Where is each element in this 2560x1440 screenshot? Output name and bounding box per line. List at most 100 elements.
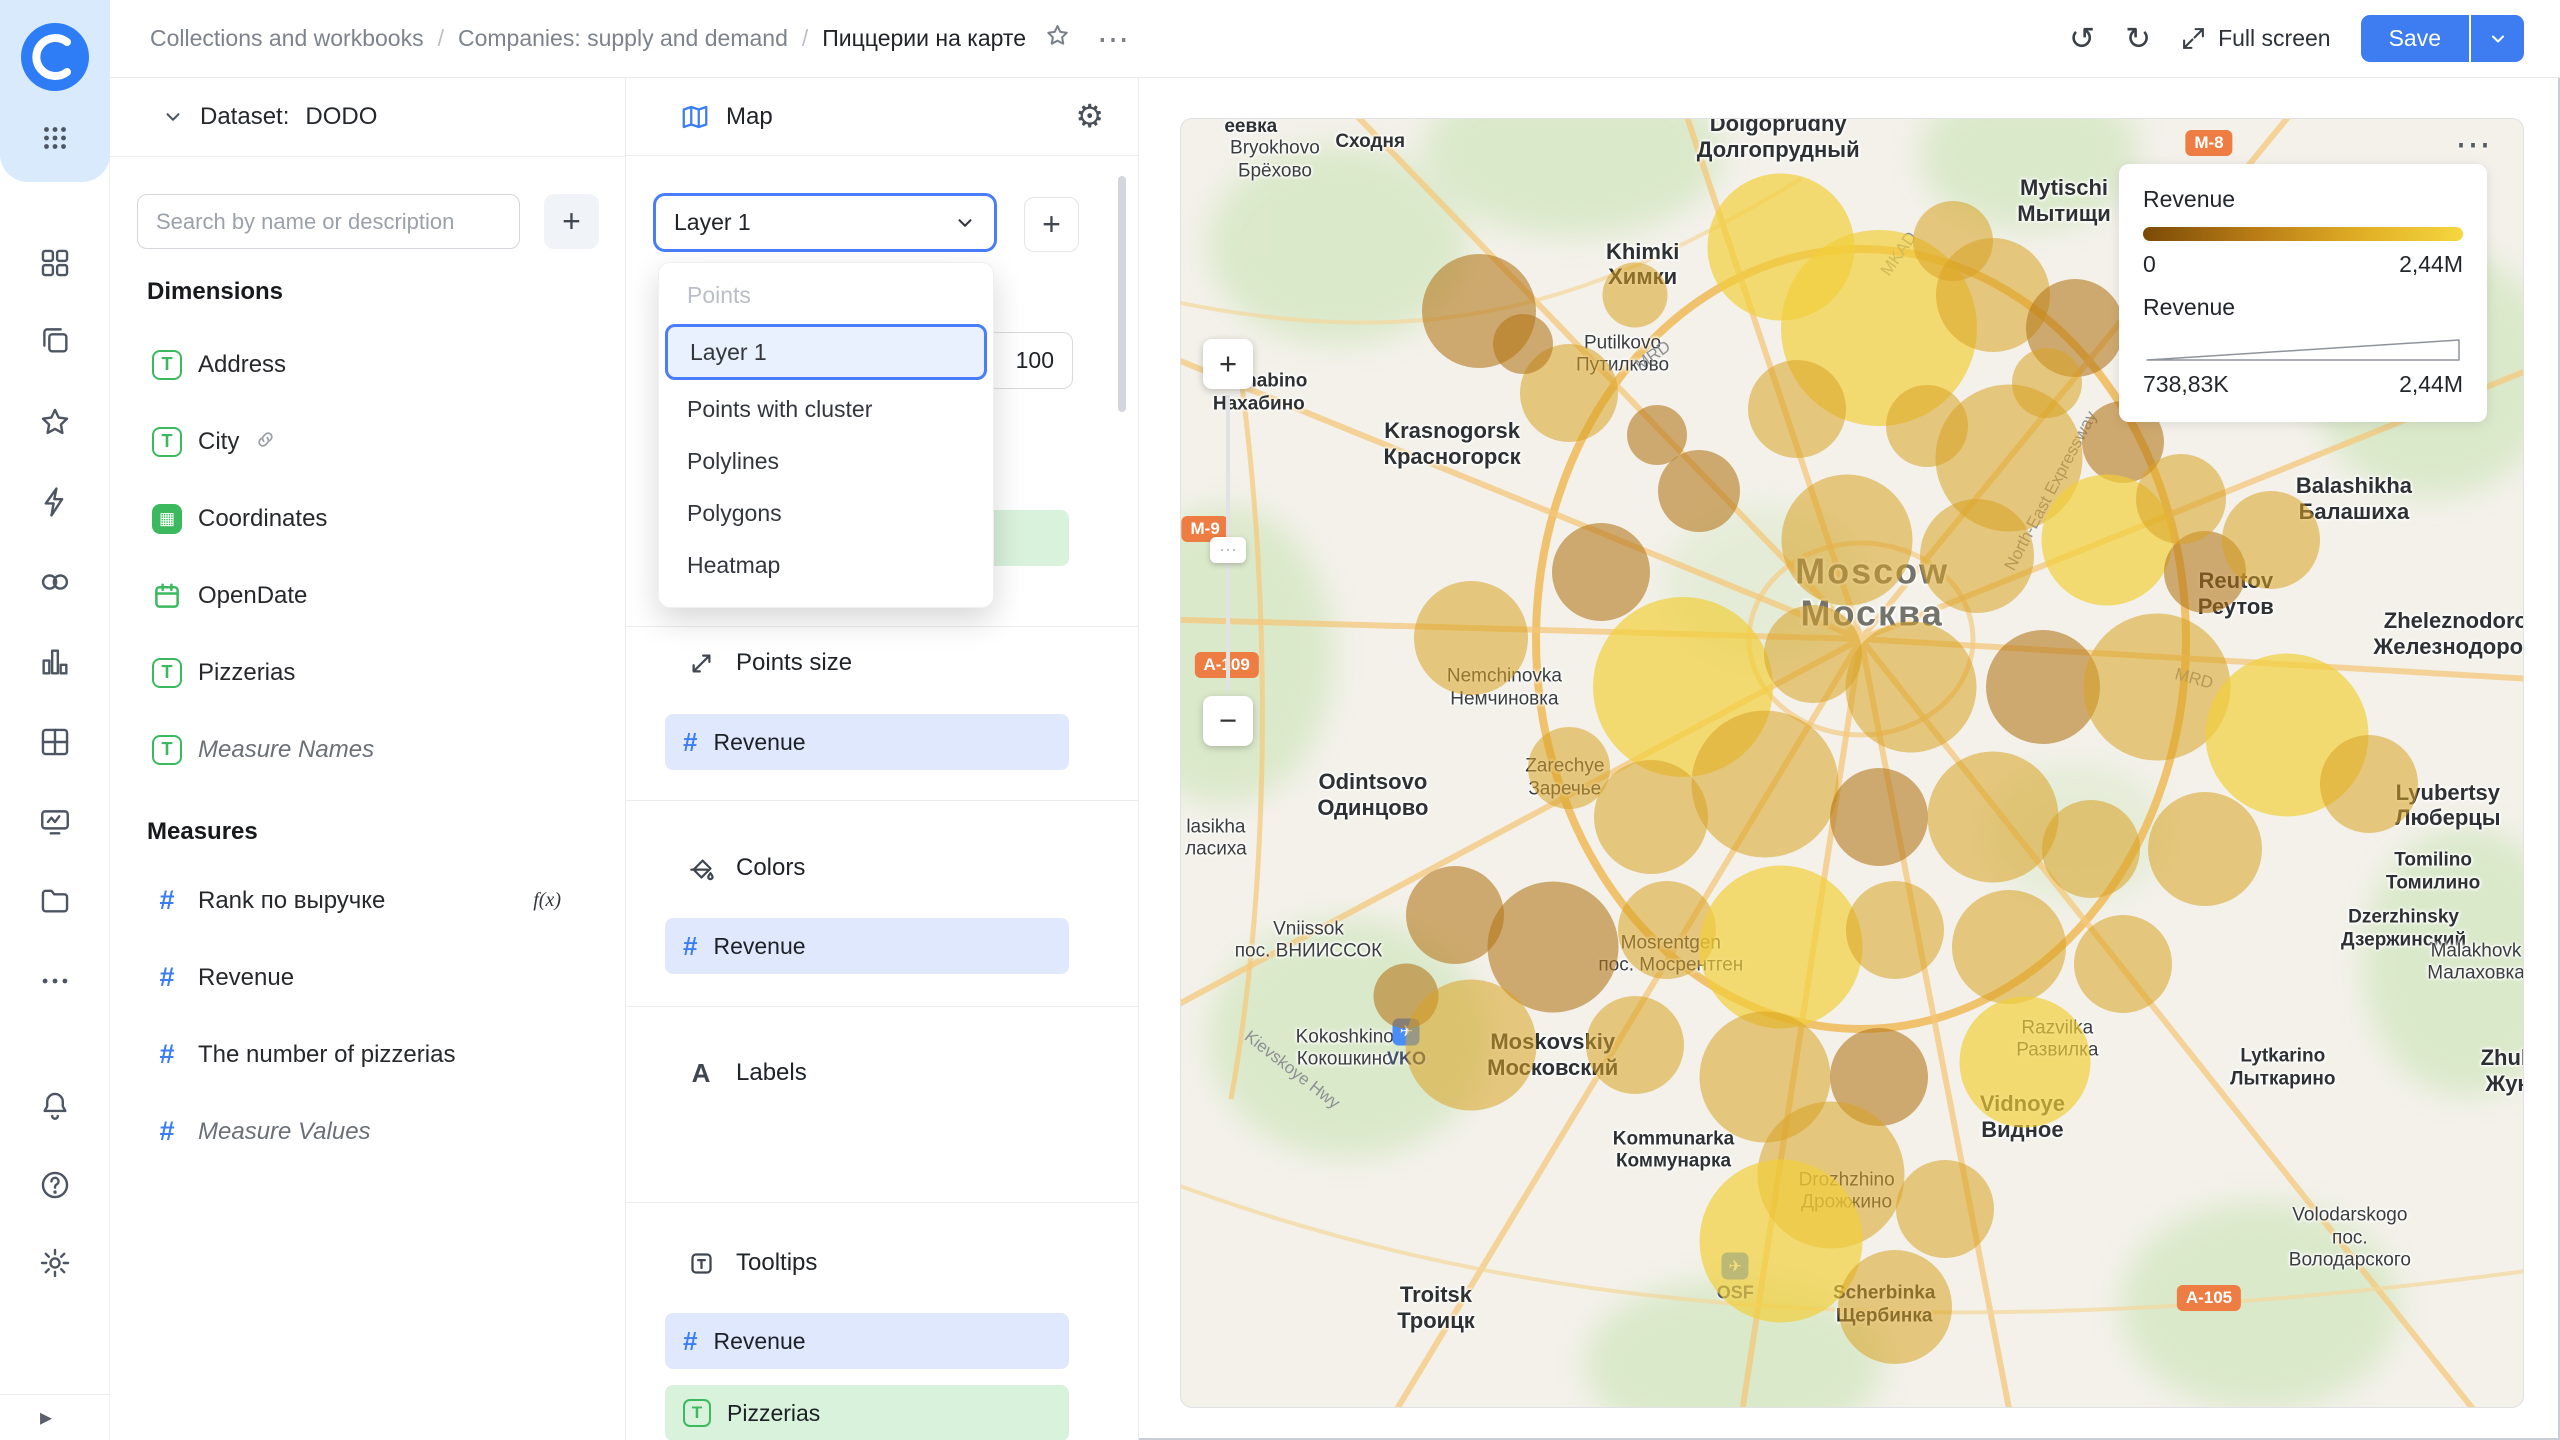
field-item[interactable]: OpenDate — [110, 557, 625, 634]
measures-list: #Rank по выручкеf(x)#Revenue#The number … — [110, 862, 625, 1170]
field-item[interactable]: TAddress — [110, 326, 625, 403]
nav-more-icon[interactable] — [36, 962, 74, 1000]
nav-monitoring-icon[interactable] — [36, 803, 74, 841]
map-icon — [680, 102, 710, 132]
map-point[interactable] — [1838, 1250, 1952, 1364]
favorite-star-icon[interactable] — [1044, 22, 1071, 55]
chart-settings-gear-icon[interactable]: ⚙ — [1075, 100, 1104, 132]
divider — [626, 626, 1138, 627]
map-point[interactable] — [1952, 890, 2066, 1004]
nav-charts-icon[interactable] — [36, 643, 74, 681]
dataset-header[interactable]: Dataset: DODO — [110, 78, 625, 157]
map-point[interactable] — [1658, 450, 1740, 532]
map-point[interactable] — [2012, 348, 2082, 418]
field-item[interactable]: #Rank по выручкеf(x) — [110, 862, 625, 939]
map-point[interactable] — [1846, 622, 1977, 753]
breadcrumb-item[interactable]: Collections and workbooks — [150, 25, 424, 52]
map-point[interactable] — [1586, 996, 1684, 1094]
field-label: The number of pizzerias — [198, 1041, 455, 1069]
nav-workbooks-icon[interactable] — [36, 321, 74, 359]
layer-menu-item[interactable]: Points — [659, 269, 993, 321]
map-point[interactable] — [1748, 360, 1846, 458]
field-item[interactable]: TCity — [110, 403, 625, 480]
field-item[interactable]: #Revenue — [110, 939, 625, 1016]
layer-select[interactable]: Layer 1 — [653, 193, 997, 252]
measure-field-icon: # — [683, 931, 697, 962]
nav-favorites-icon[interactable] — [36, 403, 74, 441]
nav-storage-icon[interactable] — [36, 881, 74, 919]
topbar: Collections and workbooks/Companies: sup… — [110, 0, 2560, 78]
map-point[interactable] — [1846, 881, 1944, 979]
save-button[interactable]: Save — [2361, 15, 2469, 62]
layer-menu-item[interactable]: Polylines — [659, 435, 993, 487]
map-point[interactable] — [1627, 405, 1687, 465]
nav-datasets-icon[interactable] — [36, 723, 74, 761]
map-point[interactable] — [1699, 866, 1862, 1029]
full-screen-label: Full screen — [2218, 25, 2330, 52]
map-point[interactable] — [2042, 800, 2140, 898]
field-item[interactable]: #The number of pizzerias — [110, 1016, 625, 1093]
notifications-button[interactable] — [36, 1087, 74, 1125]
field-chip[interactable]: #Revenue — [665, 918, 1069, 974]
nav-dashboards-icon[interactable] — [36, 244, 74, 282]
add-field-button[interactable]: + — [544, 194, 599, 249]
map-point[interactable] — [1960, 996, 2091, 1127]
map-more-icon[interactable]: ⋯ — [2455, 123, 2491, 165]
zoom-out-button[interactable]: − — [1203, 696, 1253, 746]
map-point[interactable] — [1493, 314, 1553, 374]
map-point[interactable] — [1920, 499, 2034, 613]
expand-panel-button[interactable]: ▸ — [40, 1403, 52, 1432]
map-point[interactable] — [1414, 581, 1528, 695]
nav-functions-icon[interactable] — [36, 483, 74, 521]
map-point[interactable] — [2136, 454, 2226, 544]
zoom-slider-handle[interactable]: ⋯ — [1210, 537, 1246, 563]
field-item[interactable]: #Measure Values — [110, 1093, 625, 1170]
save-dropdown-button[interactable] — [2471, 15, 2524, 62]
map-point[interactable] — [2222, 491, 2320, 589]
map-point[interactable] — [1405, 980, 1536, 1111]
zoom-in-button[interactable]: + — [1203, 339, 1253, 389]
map-point[interactable] — [1691, 710, 1838, 857]
text-field-icon: T — [152, 658, 182, 688]
layer-menu-item[interactable]: Polygons — [659, 487, 993, 539]
map-point[interactable] — [1552, 523, 1650, 621]
field-item[interactable]: ▦Coordinates — [110, 480, 625, 557]
breadcrumb-item[interactable]: Companies: supply and demand — [458, 25, 788, 52]
datalens-logo[interactable] — [19, 21, 91, 93]
map-point[interactable] — [2148, 792, 2262, 906]
map-point[interactable] — [1830, 768, 1928, 866]
map-point[interactable] — [1913, 201, 1993, 281]
legend-color-gradient — [2143, 227, 2463, 241]
panel-scrollbar[interactable] — [1118, 176, 1126, 412]
map-point[interactable] — [1896, 1160, 1994, 1258]
nav-connections-icon[interactable] — [36, 563, 74, 601]
map-canvas[interactable]: еевкаBryokhovoБрёховоСходняDolgoprudnyДо… — [1180, 118, 2524, 1408]
layer-menu-item[interactable]: Points with cluster — [659, 383, 993, 435]
map-point[interactable] — [2320, 735, 2418, 833]
full-screen-button[interactable]: Full screen — [2181, 25, 2330, 52]
layer-menu-item[interactable]: Heatmap — [659, 539, 993, 591]
text-field-icon: T — [683, 1399, 711, 1427]
redo-icon[interactable]: ↻ — [2125, 23, 2151, 54]
map-point[interactable] — [1602, 263, 1667, 328]
add-layer-button[interactable]: + — [1024, 197, 1079, 252]
field-chip[interactable]: TPizzerias — [665, 1385, 1069, 1440]
apps-grid-icon[interactable] — [36, 119, 74, 157]
help-button[interactable] — [36, 1166, 74, 1204]
map-point[interactable] — [1781, 475, 1912, 606]
settings-button[interactable] — [36, 1244, 74, 1282]
legend-color-title: Revenue — [2143, 186, 2463, 213]
points-size-section-header: Points size — [686, 638, 852, 688]
paint-drop-icon — [686, 853, 716, 883]
search-input[interactable] — [137, 194, 520, 249]
undo-icon[interactable]: ↺ — [2069, 23, 2095, 54]
map-point[interactable] — [2074, 915, 2172, 1013]
layer-menu-item[interactable]: Layer 1 — [665, 324, 987, 380]
map-point[interactable] — [1927, 752, 2058, 883]
breadcrumb-item[interactable]: Пиццерии на карте — [822, 25, 1026, 52]
breadcrumb-more-icon[interactable]: ⋯ — [1097, 23, 1129, 55]
field-item[interactable]: TPizzerias — [110, 634, 625, 711]
field-chip[interactable]: #Revenue — [665, 714, 1069, 770]
field-chip[interactable]: #Revenue — [665, 1313, 1069, 1369]
field-item[interactable]: TMeasure Names — [110, 711, 625, 788]
